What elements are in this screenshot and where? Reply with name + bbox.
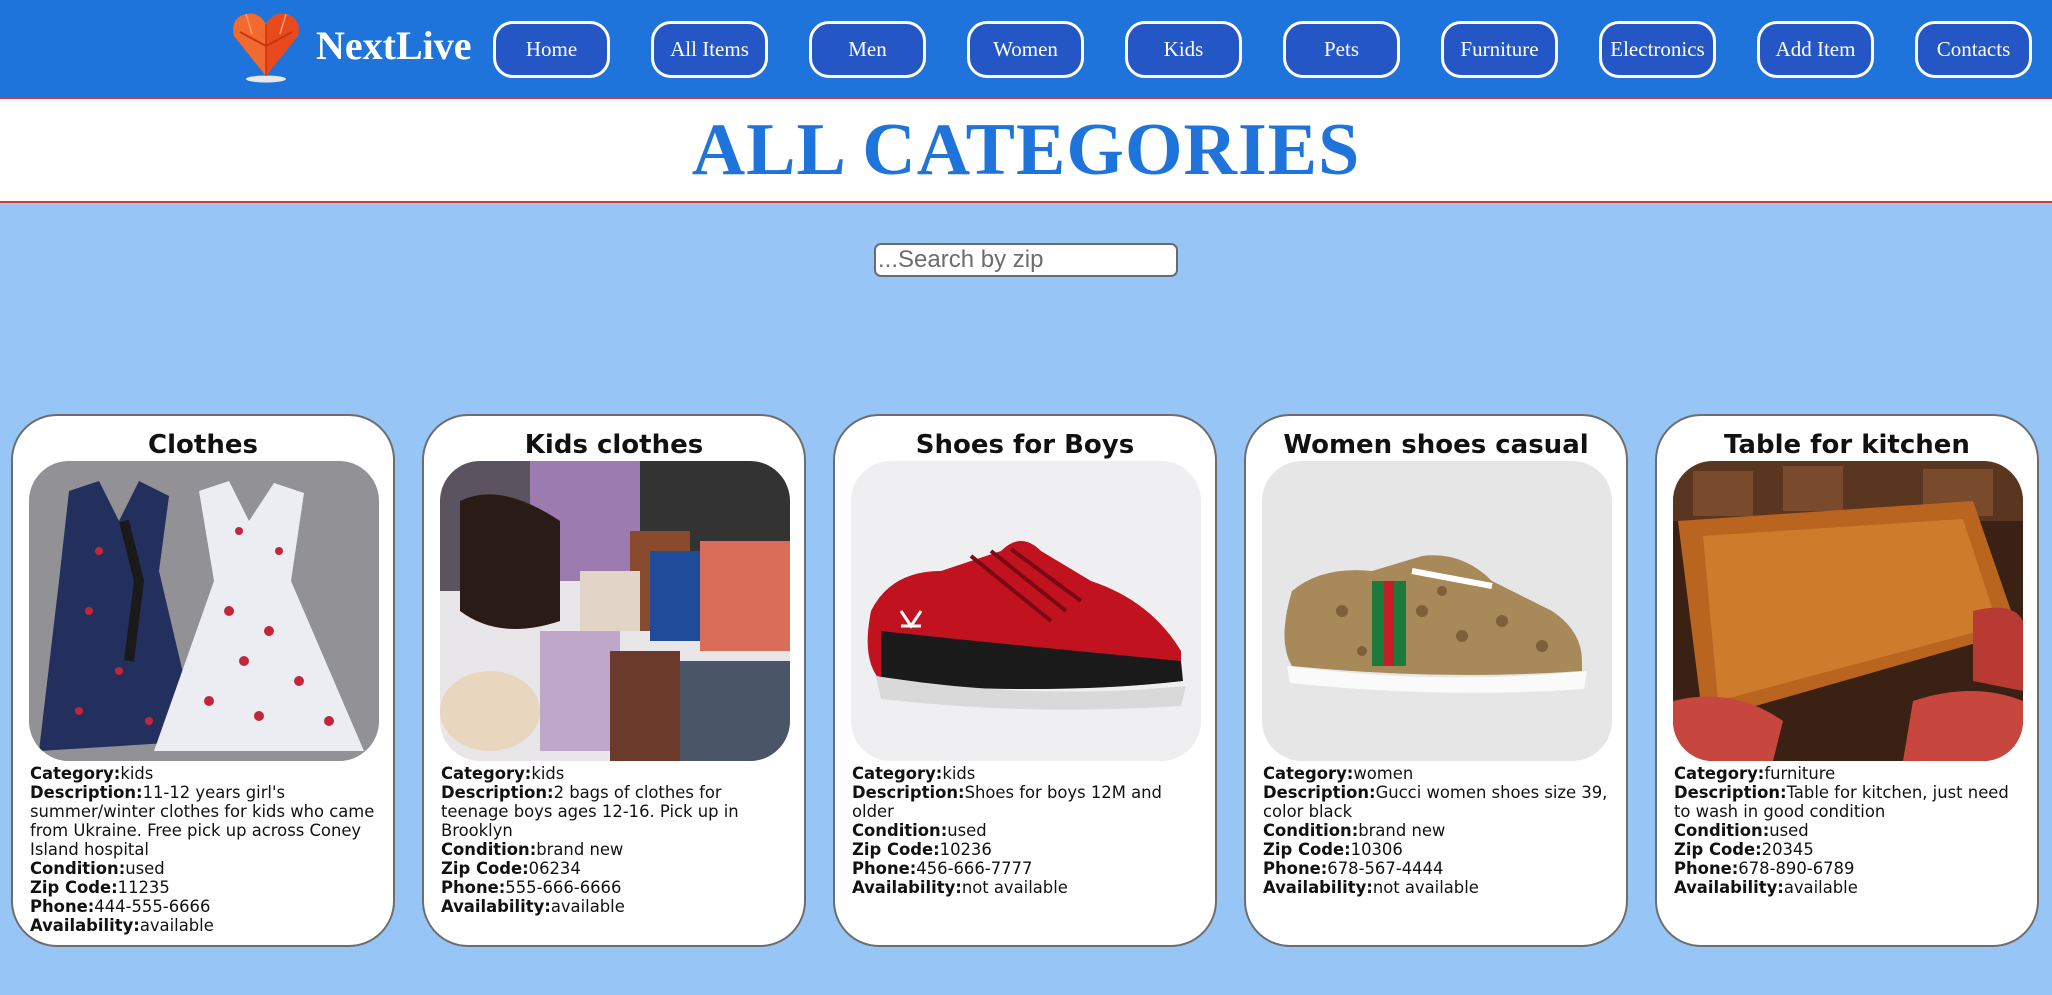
category-value: kids (120, 764, 154, 783)
phone-value: 678-890-6789 (1738, 859, 1855, 878)
phone-label: Phone: (30, 897, 95, 916)
condition-value: used (125, 859, 165, 878)
item-title: Kids clothes (524, 430, 704, 460)
zip-value: 11235 (117, 878, 170, 897)
category-label: Category: (1674, 764, 1765, 783)
description-label: Description: (1674, 783, 1787, 802)
nav-contacts-button[interactable]: Contacts (1915, 21, 2032, 78)
item-details: Category:furniture Description:Table for… (1674, 764, 2023, 897)
condition-value: used (1769, 821, 1809, 840)
phone-value: 678-567-4444 (1327, 859, 1444, 878)
phone-label: Phone: (1674, 859, 1739, 878)
title-banner: ALL CATEGORIES (0, 99, 2052, 203)
item-details: Category:kids Description:Shoes for boys… (852, 764, 1201, 897)
category-value: kids (942, 764, 976, 783)
category-label: Category: (1263, 764, 1354, 783)
gucci-sneaker-photo (1262, 461, 1612, 761)
phone-value: 444-555-6666 (94, 897, 211, 916)
red-sneaker-photo (851, 461, 1201, 761)
item-card[interactable]: Shoes for Boys Category:kids Description… (833, 414, 1217, 947)
condition-value: used (947, 821, 987, 840)
item-title: Clothes (148, 430, 258, 460)
nav-kids-button[interactable]: Kids (1125, 21, 1242, 78)
clothes-pile-photo (440, 461, 790, 761)
item-title: Table for kitchen (1724, 430, 1970, 460)
category-label: Category: (852, 764, 943, 783)
condition-value: brand new (536, 840, 624, 859)
availability-value: not available (961, 878, 1068, 897)
item-details: Category:kids Description:2 bags of clot… (441, 764, 790, 916)
category-label: Category: (441, 764, 532, 783)
item-card[interactable]: Table for kitchen Category:furniture Des… (1655, 414, 2039, 947)
zip-label: Zip Code: (441, 859, 529, 878)
zip-label: Zip Code: (1263, 840, 1351, 859)
zip-label: Zip Code: (1674, 840, 1762, 859)
heart-gem-icon[interactable] (228, 6, 306, 84)
page-title: ALL CATEGORIES (691, 108, 1361, 191)
phone-label: Phone: (441, 878, 506, 897)
item-card[interactable]: Kids clothes Category:kids Description:2… (422, 414, 806, 947)
availability-label: Availability: (852, 878, 962, 897)
top-navbar: NextLive Home All Items Men Women Kids P… (0, 0, 2052, 99)
availability-label: Availability: (1674, 878, 1784, 897)
zip-value: 20345 (1761, 840, 1814, 859)
item-title: Women shoes casual (1283, 430, 1589, 460)
availability-label: Availability: (1263, 878, 1373, 897)
item-details: Category:women Description:Gucci women s… (1263, 764, 1612, 897)
phone-value: 456-666-7777 (916, 859, 1033, 878)
availability-value: not available (1372, 878, 1479, 897)
zip-value: 10236 (939, 840, 992, 859)
zip-label: Zip Code: (30, 878, 118, 897)
availability-label: Availability: (441, 897, 551, 916)
nav-furniture-button[interactable]: Furniture (1441, 21, 1558, 78)
nav-home-button[interactable]: Home (493, 21, 610, 78)
nav-electronics-button[interactable]: Electronics (1599, 21, 1716, 78)
item-details: Category:kids Description:11-12 years gi… (30, 764, 379, 935)
phone-label: Phone: (1263, 859, 1328, 878)
phone-label: Phone: (852, 859, 917, 878)
item-card[interactable]: Women shoes casual Category:women Descri… (1244, 414, 1628, 947)
two-dresses-photo (29, 461, 379, 761)
availability-value: available (550, 897, 625, 916)
condition-label: Condition: (30, 859, 126, 878)
description-label: Description: (30, 783, 143, 802)
phone-value: 555-666-6666 (505, 878, 622, 897)
category-value: furniture (1764, 764, 1836, 783)
description-label: Description: (441, 783, 554, 802)
wooden-table-photo (1673, 461, 2023, 761)
description-label: Description: (852, 783, 965, 802)
brand-name[interactable]: NextLive (316, 22, 472, 69)
zip-search-input[interactable] (874, 243, 1178, 277)
category-label: Category: (30, 764, 121, 783)
zip-value: 06234 (528, 859, 581, 878)
item-card[interactable]: Clothes Category:kids Description:11-12 … (11, 414, 395, 947)
condition-label: Condition: (1263, 821, 1359, 840)
zip-value: 10306 (1350, 840, 1403, 859)
nav-women-button[interactable]: Women (967, 21, 1084, 78)
item-title: Shoes for Boys (915, 430, 1135, 460)
condition-value: brand new (1358, 821, 1446, 840)
availability-label: Availability: (30, 916, 140, 935)
category-value: women (1353, 764, 1414, 783)
nav-add-item-button[interactable]: Add Item (1757, 21, 1874, 78)
nav-pets-button[interactable]: Pets (1283, 21, 1400, 78)
condition-label: Condition: (1674, 821, 1770, 840)
category-value: kids (531, 764, 565, 783)
availability-value: available (1783, 878, 1858, 897)
description-label: Description: (1263, 783, 1376, 802)
availability-value: available (139, 916, 214, 935)
zip-label: Zip Code: (852, 840, 940, 859)
condition-label: Condition: (441, 840, 537, 859)
condition-label: Condition: (852, 821, 948, 840)
nav-all-items-button[interactable]: All Items (651, 21, 768, 78)
nav-men-button[interactable]: Men (809, 21, 926, 78)
